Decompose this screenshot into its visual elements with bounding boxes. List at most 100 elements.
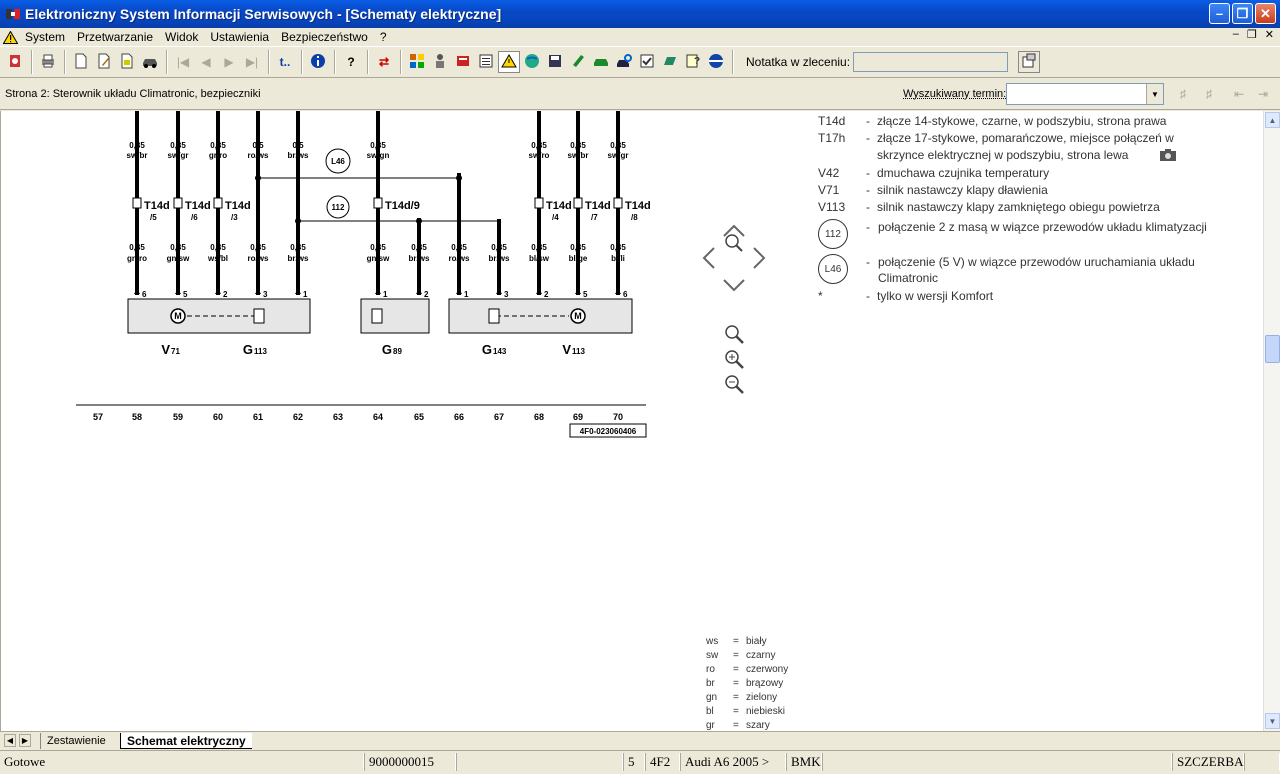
track-number: 69	[573, 412, 583, 422]
arrow-left-bar-icon: ⇤	[1233, 87, 1245, 101]
menu-ustawienia[interactable]: Ustawienia	[204, 30, 275, 44]
tool-8-button[interactable]	[567, 51, 589, 73]
mdi-restore-button[interactable]: ❐	[1247, 28, 1257, 41]
pan-left-icon[interactable]	[702, 247, 715, 269]
menu-system[interactable]: System	[19, 30, 71, 44]
tool-9-button[interactable]	[590, 51, 612, 73]
connector-name: T14d	[585, 200, 611, 212]
note-input[interactable]	[853, 52, 1009, 72]
exit-button[interactable]	[4, 51, 26, 73]
wire-size-label: 0,35	[570, 243, 586, 252]
help-button[interactable]: ?	[340, 51, 362, 73]
mdi-minimize-button[interactable]: –	[1233, 28, 1239, 41]
status-bar: Gotowe 9000000015 5 4F2 Audi A6 2005 > B…	[0, 750, 1280, 774]
wire-color-label: gn/sw	[167, 254, 190, 263]
legend-code: V42	[818, 166, 840, 180]
vehicle-button[interactable]	[139, 51, 161, 73]
tool-4-button[interactable]	[475, 51, 497, 73]
print-button[interactable]	[37, 51, 59, 73]
wire-color-label: sw/gr	[168, 151, 189, 160]
tool-11-button[interactable]	[636, 51, 658, 73]
zoom-fit-icon[interactable]	[725, 325, 744, 344]
pin-arrow	[175, 289, 181, 294]
restore-icon: ❐	[1236, 5, 1249, 21]
tool-12-button[interactable]	[659, 51, 681, 73]
note-edit-icon	[1021, 53, 1037, 72]
pan-down-icon[interactable]	[723, 279, 745, 292]
info-button[interactable]	[307, 51, 329, 73]
scroll-up-button[interactable]: ▲	[1265, 112, 1280, 128]
menu-bezpieczenstwo[interactable]: Bezpieczeństwo	[275, 30, 374, 44]
circle-label-l46: L46	[331, 157, 345, 166]
tool-1-button[interactable]	[406, 51, 428, 73]
svg-text:?: ?	[694, 56, 700, 67]
search-dropdown-button[interactable]: ▼	[1146, 84, 1163, 104]
order-button[interactable]	[116, 51, 138, 73]
last-page-button[interactable]: ▶|	[241, 51, 263, 73]
tab-schemat-elektryczny[interactable]: Schemat elektryczny	[120, 733, 252, 749]
sensor-icon	[371, 308, 383, 324]
pan-up-icon[interactable]	[723, 224, 745, 237]
zoom-icon[interactable]	[725, 234, 743, 252]
color-name: biały	[746, 636, 767, 647]
next-page-button[interactable]: ▶	[218, 51, 240, 73]
restore-button[interactable]: ❐	[1232, 3, 1253, 24]
legend-dash: -	[866, 166, 870, 180]
color-equals: =	[733, 650, 739, 661]
connector-symbol	[213, 197, 223, 209]
first-page-button[interactable]: |◀	[172, 51, 194, 73]
search-button-1[interactable]: ♯	[1172, 83, 1194, 105]
pan-right-icon[interactable]	[753, 247, 766, 269]
tool-14-button[interactable]	[705, 51, 727, 73]
vertical-scrollbar[interactable]: ▲ ▼	[1263, 111, 1280, 731]
tab-prev-button[interactable]: ◀	[4, 734, 16, 747]
search-prev-button[interactable]: ⇤	[1228, 83, 1250, 105]
connector-name: T14d	[225, 200, 251, 212]
track-number: 65	[414, 412, 424, 422]
zoom-in-icon[interactable]	[725, 350, 744, 369]
page-title: Strona 2: Sterownik układu Climatronic, …	[5, 88, 261, 100]
tab-next-button[interactable]: ▶	[19, 734, 31, 747]
legend-dash: -	[866, 131, 870, 145]
tool-10-button[interactable]	[613, 51, 635, 73]
search-combobox[interactable]: ▼	[1006, 83, 1164, 105]
color-equals: =	[733, 664, 739, 675]
menu-help[interactable]: ?	[374, 30, 393, 44]
tool-6-button[interactable]	[521, 51, 543, 73]
minimize-button[interactable]: –	[1209, 3, 1230, 24]
prev-page-button[interactable]: ◀	[195, 51, 217, 73]
menu-widok[interactable]: Widok	[159, 30, 204, 44]
camera-icon[interactable]	[1159, 148, 1177, 165]
edit-button[interactable]	[93, 51, 115, 73]
t-button[interactable]: t..	[274, 51, 296, 73]
new-button[interactable]	[70, 51, 92, 73]
search-next-button[interactable]: ⇥	[1252, 83, 1274, 105]
track-number: 68	[534, 412, 544, 422]
pin-arrow	[375, 289, 381, 294]
tool-3-button[interactable]	[452, 51, 474, 73]
pin-arrow	[615, 289, 621, 294]
close-button[interactable]: ✕	[1255, 3, 1276, 24]
wire-color-label: sw/gn	[367, 151, 390, 160]
component-letter: G	[382, 342, 392, 357]
question-doc-icon: ?	[685, 53, 701, 72]
tab-zestawienie[interactable]: Zestawienie	[40, 733, 112, 749]
zoom-out-icon[interactable]	[725, 375, 744, 394]
mdi-close-button[interactable]: ✕	[1265, 28, 1274, 41]
chevron-down-icon: ▼	[1151, 89, 1159, 99]
wire-color-label: ws/bl	[207, 254, 228, 263]
tool-7-button[interactable]	[544, 51, 566, 73]
component-number: 89	[393, 347, 402, 356]
switch-button[interactable]: ⇄	[373, 51, 395, 73]
scroll-down-button[interactable]: ▼	[1265, 713, 1280, 729]
wire-size-label: 0,35	[451, 243, 467, 252]
menu-przetwarzanie[interactable]: Przetwarzanie	[71, 30, 159, 44]
tool-13-button[interactable]: ?	[682, 51, 704, 73]
blue-globe-icon	[708, 53, 724, 72]
search-button-2[interactable]: ♯	[1198, 83, 1220, 105]
tool-2-button[interactable]	[429, 51, 451, 73]
tool-warning-button[interactable]	[498, 51, 520, 73]
note-edit-button[interactable]	[1018, 51, 1041, 73]
person-icon	[432, 53, 448, 72]
scroll-thumb[interactable]	[1265, 335, 1280, 363]
